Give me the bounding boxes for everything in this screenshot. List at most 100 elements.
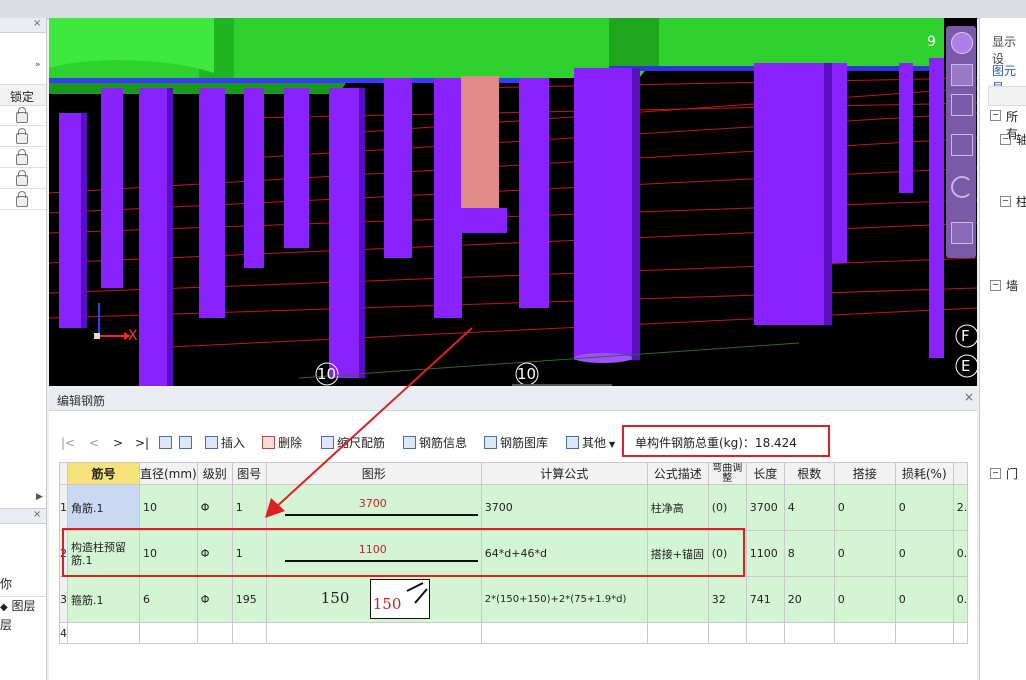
tree-item-axis[interactable]: 轴 [1016, 131, 1026, 148]
grid-view-icon[interactable] [951, 222, 973, 244]
prev-record-icon[interactable]: < [89, 435, 99, 451]
column-header[interactable]: 搭接 [833, 462, 896, 485]
cell-count[interactable]: 20 [783, 576, 835, 623]
cell-length[interactable]: 741 [745, 576, 785, 623]
empty-cell[interactable] [265, 622, 482, 644]
orbit-icon[interactable] [951, 32, 973, 54]
zoom-icon[interactable] [951, 64, 973, 86]
expand-icon[interactable]: » [35, 60, 41, 70]
move-down-icon[interactable] [179, 435, 195, 451]
tree-item-door[interactable]: 门 [1006, 465, 1018, 482]
cell-bend[interactable]: 32 [707, 576, 747, 623]
empty-cell[interactable] [745, 622, 785, 644]
empty-cell[interactable] [196, 622, 233, 644]
cell-loss[interactable]: 0 [894, 530, 954, 577]
cell-shape[interactable]: 150 150 [265, 576, 482, 623]
column-header[interactable]: 根数 [783, 462, 835, 485]
rebar-info-button[interactable]: 钢筋信息 [403, 435, 467, 451]
tree-item-column[interactable]: 柱 [1016, 193, 1026, 210]
empty-cell[interactable] [707, 622, 747, 644]
cell-loss[interactable]: 0 [894, 576, 954, 623]
cell-count[interactable]: 4 [783, 484, 835, 531]
lock-row[interactable] [0, 125, 46, 147]
cell-diameter[interactable]: 10 [139, 484, 198, 531]
lock-icon[interactable] [16, 170, 28, 186]
tree-toggle-icon[interactable]: − [1000, 134, 1011, 145]
table-row[interactable]: 1 角筋.1 10 Φ 1 3700 3700 柱净高 (0) 3700 4 0… [59, 484, 969, 531]
cell-length[interactable]: 1100 [745, 530, 785, 577]
cell-bar-name[interactable]: 箍筋.1 [67, 576, 140, 623]
cell-lap[interactable]: 0 [833, 576, 896, 623]
lock-row[interactable] [0, 146, 46, 168]
other-menu-button[interactable]: 其他 ▼ [566, 435, 615, 451]
rotate-icon[interactable] [951, 176, 973, 198]
delete-button[interactable]: 删除 [262, 435, 302, 451]
empty-cell[interactable] [139, 622, 198, 644]
cell-loss[interactable]: 0 [894, 484, 954, 531]
column-header[interactable] [952, 462, 969, 485]
empty-cell[interactable] [231, 622, 267, 644]
cell-formula[interactable]: 3700 [480, 484, 648, 531]
table-row[interactable]: 3 箍筋.1 6 Φ 195 150 150 2*(150+150)+2*(75… [59, 576, 969, 623]
tree-toggle-icon[interactable]: − [990, 280, 1001, 291]
cube-view-icon[interactable] [951, 94, 973, 116]
cell-bar-name[interactable]: 角筋.1 [67, 484, 140, 531]
lock-icon[interactable] [16, 128, 28, 144]
tree-toggle-icon[interactable]: − [990, 110, 1001, 121]
column-header[interactable]: 长度 [745, 462, 785, 485]
scale-rebar-button[interactable]: 缩尺配筋 [321, 435, 385, 451]
move-up-icon[interactable] [159, 435, 175, 451]
3d-scene[interactable] [49, 18, 977, 386]
column-header[interactable]: 公式描述 [646, 462, 709, 485]
empty-cell[interactable] [646, 622, 709, 644]
cell-grade[interactable]: Φ [196, 484, 233, 531]
table-row[interactable]: 4 [59, 622, 969, 644]
cell-diameter[interactable]: 6 [139, 576, 198, 623]
layer-item-row[interactable]: ◆ 图层 [0, 596, 46, 615]
close-icon[interactable]: × [964, 390, 974, 404]
lock-row[interactable] [0, 167, 46, 189]
lock-icon[interactable] [16, 149, 28, 165]
scroll-arrow-icon[interactable]: ▶ [36, 492, 43, 502]
cell-bend[interactable]: (0) [707, 484, 747, 531]
cell-formula[interactable]: 2*(150+150)+2*(75+1.9*d) [480, 576, 648, 623]
empty-cell[interactable] [833, 622, 896, 644]
next-record-icon[interactable]: > [113, 435, 123, 451]
tree-toggle-icon[interactable]: − [990, 468, 1001, 479]
tree-item-wall[interactable]: 墙 [1006, 277, 1018, 294]
layer-item[interactable]: 你 [0, 575, 12, 592]
column-header[interactable]: 图号 [231, 462, 267, 485]
empty-cell[interactable] [952, 622, 969, 644]
cell-lap[interactable]: 0 [833, 484, 896, 531]
column-header[interactable]: 计算公式 [480, 462, 648, 485]
plane-view-icon[interactable] [951, 134, 973, 156]
cell-description[interactable]: 柱净高 [646, 484, 709, 531]
column-header[interactable]: 直径(mm) [139, 462, 198, 485]
first-record-icon[interactable]: |< [61, 435, 75, 451]
empty-cell[interactable] [783, 622, 835, 644]
layer-item[interactable]: 层 [0, 616, 12, 633]
insert-button[interactable]: 插入 [205, 435, 245, 451]
lock-icon[interactable] [16, 107, 28, 123]
close-icon[interactable]: × [33, 18, 41, 29]
column-header[interactable]: 级别 [196, 462, 233, 485]
tree-toggle-icon[interactable]: − [1000, 196, 1011, 207]
rebar-library-button[interactable]: 钢筋图库 [484, 435, 548, 451]
cell-figure-no[interactable]: 195 [231, 576, 267, 623]
column-header[interactable]: 筋号 [67, 462, 140, 485]
cell-count[interactable]: 8 [783, 530, 835, 577]
cell-figure-no[interactable]: 1 [231, 484, 267, 531]
cell-lap[interactable]: 0 [833, 530, 896, 577]
empty-cell[interactable] [67, 622, 140, 644]
empty-cell[interactable] [480, 622, 648, 644]
cell-grade[interactable]: Φ [196, 576, 233, 623]
lock-icon[interactable] [16, 191, 28, 207]
empty-cell[interactable] [894, 622, 954, 644]
cell-extra[interactable]: 0. [952, 576, 969, 623]
last-record-icon[interactable]: >| [135, 435, 149, 451]
cell-extra[interactable]: 0. [952, 530, 969, 577]
cell-length[interactable]: 3700 [745, 484, 785, 531]
cell-shape[interactable]: 3700 [265, 484, 482, 531]
cell-description[interactable] [646, 576, 709, 623]
column-header[interactable]: 图形 [265, 462, 482, 485]
